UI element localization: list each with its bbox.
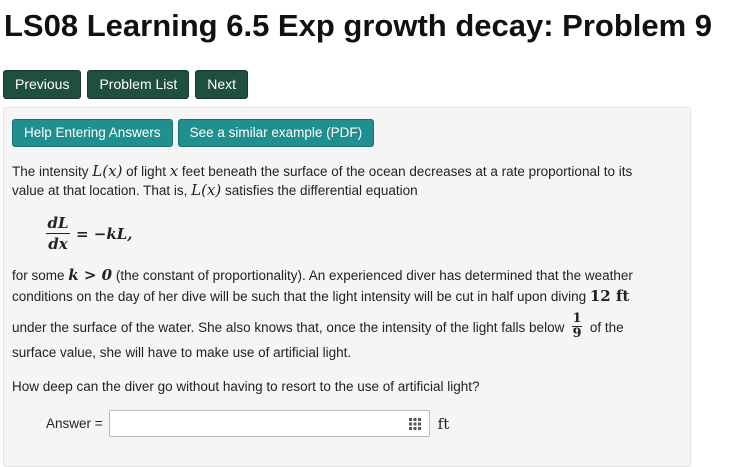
text: under the surface of the water. She also… bbox=[12, 320, 569, 336]
answer-label: Answer = bbox=[46, 416, 103, 431]
differential-equation: dL dx = −kL, bbox=[46, 214, 133, 253]
help-buttons: Help Entering Answers See a similar exam… bbox=[12, 119, 375, 147]
derivative-fraction: dL dx bbox=[46, 214, 70, 253]
text: conditions on the day of her dive will b… bbox=[12, 289, 590, 304]
help-entering-answers-button[interactable]: Help Entering Answers bbox=[12, 119, 173, 147]
fraction-numerator: dL bbox=[47, 214, 69, 232]
math-x: x bbox=[169, 162, 179, 180]
problem-panel: Help Entering Answers See a similar exam… bbox=[3, 107, 691, 467]
problem-text-line-2: value at that location. That is, L(x) sa… bbox=[12, 181, 682, 200]
answer-input[interactable] bbox=[113, 412, 398, 437]
grid-icon[interactable] bbox=[408, 418, 421, 430]
problem-text-line-3: for some k > 0 (the constant of proporti… bbox=[12, 266, 682, 285]
similar-example-button[interactable]: See a similar example (PDF) bbox=[177, 119, 375, 147]
text: of light bbox=[122, 164, 170, 179]
text: (the constant of proportionality). An ex… bbox=[112, 268, 633, 283]
problem-page: LS08 Learning 6.5 Exp growth decay: Prob… bbox=[0, 0, 731, 467]
answer-row: Answer = ft bbox=[46, 410, 449, 437]
one-ninth-fraction: 19 bbox=[572, 311, 583, 341]
problem-question: How deep can the diver go without having… bbox=[12, 377, 682, 396]
page-title: LS08 Learning 6.5 Exp growth decay: Prob… bbox=[4, 8, 713, 43]
text: The intensity bbox=[12, 164, 93, 179]
question-text: How deep can the diver go without having… bbox=[12, 379, 480, 394]
answer-field-container bbox=[108, 410, 430, 437]
math-Lx: L(x) bbox=[92, 162, 123, 180]
equation-rhs: = −kL, bbox=[76, 224, 133, 243]
text: for some bbox=[12, 268, 69, 283]
problem-list-button[interactable]: Problem List bbox=[87, 70, 190, 99]
text: feet beneath the surface of the ocean de… bbox=[178, 164, 633, 179]
text: value at that location. That is, bbox=[12, 183, 192, 198]
next-button[interactable]: Next bbox=[195, 70, 249, 99]
previous-button[interactable]: Previous bbox=[3, 70, 82, 99]
fraction-numerator: 1 bbox=[572, 311, 582, 326]
problem-text-line-1: The intensity L(x) of light x feet benea… bbox=[12, 162, 682, 181]
math-k: k > 0 bbox=[68, 266, 113, 284]
math-depth: 12 ft bbox=[589, 287, 630, 305]
problem-text-line-5: under the surface of the water. She also… bbox=[12, 311, 682, 343]
answer-unit: ft bbox=[437, 414, 450, 433]
math-Lx: L(x) bbox=[191, 181, 222, 199]
fraction-denominator: dx bbox=[48, 235, 68, 253]
text: satisfies the differential equation bbox=[221, 183, 418, 198]
problem-nav: Previous Problem List Next bbox=[3, 70, 249, 99]
fraction-bar bbox=[46, 233, 70, 234]
problem-text-line-6: surface value, she will have to make use… bbox=[12, 343, 682, 362]
text: surface value, she will have to make use… bbox=[12, 345, 352, 360]
text: of the bbox=[586, 320, 624, 336]
problem-text-line-4: conditions on the day of her dive will b… bbox=[12, 287, 682, 306]
fraction-denominator: 9 bbox=[572, 326, 582, 341]
